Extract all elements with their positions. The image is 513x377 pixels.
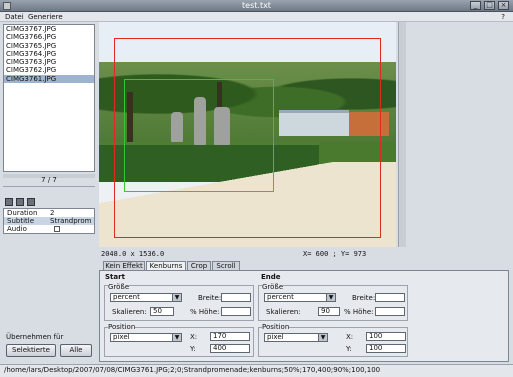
effect-panel: Start Größe percent ▼ Breite: Skalieren:… [99,270,509,362]
end-size-label: Größe [262,283,284,291]
image-scrollbar[interactable] [398,22,406,247]
end-size-unit-select[interactable]: percent ▼ [264,293,336,302]
start-position-unit-select[interactable]: pixel ▼ [110,333,182,342]
status-bar: /home/lars/Desktop/2007/07/08/CIMG3761.J… [0,364,513,377]
image-preview[interactable] [99,22,396,247]
start-position-label: Position [108,323,136,331]
start-size-label: Größe [108,283,130,291]
end-y-input[interactable]: 100 [366,344,406,353]
property-key: Duration [7,209,38,217]
property-value[interactable]: 2 [50,209,95,217]
start-y-input[interactable]: 400 [210,344,250,353]
apply-all-button[interactable]: Alle [60,344,92,357]
property-row[interactable]: Duration 2 [4,209,94,217]
end-position-unit-select[interactable]: pixel ▼ [264,333,328,342]
file-item[interactable]: CIMG3763.JPG [4,58,94,66]
file-item[interactable]: CIMG3767.JPG [4,25,94,33]
audio-checkbox[interactable] [54,226,60,232]
start-title: Start [105,273,125,281]
file-item[interactable]: CIMG3765.JPG [4,42,94,50]
list-icon[interactable] [27,198,35,206]
image-size: 2048.0 x 1536.0 [101,250,165,258]
property-key: Audio [7,225,27,233]
end-x-input[interactable]: 100 [366,332,406,341]
property-row[interactable]: Subtitle Strandprom [4,217,94,225]
minimize-button[interactable]: _ [470,1,481,10]
chevron-down-icon[interactable]: ▼ [318,334,327,341]
end-title: Ende [261,273,281,281]
title-bar: test.txt _ □ × [0,0,513,12]
start-size-unit-select[interactable]: percent ▼ [110,293,182,302]
file-counter: 7 / 7 [41,176,57,184]
left-divider[interactable] [3,186,95,187]
end-size-unit-value: percent [267,293,294,301]
property-value[interactable]: Strandprom [50,217,95,225]
window-title: test.txt [242,1,271,10]
chevron-down-icon[interactable]: ▼ [172,334,181,341]
end-scale-input[interactable]: 90 [318,307,340,316]
sort-icon[interactable] [5,198,13,206]
file-item[interactable]: CIMG3762.JPG [4,66,94,74]
chevron-down-icon[interactable]: ▼ [326,294,335,301]
cursor-coordinates: X= 600 ; Y= 973 [303,250,367,258]
file-item[interactable]: CIMG3766.JPG [4,33,94,41]
end-position-label: Position [262,323,290,331]
end-rectangle[interactable] [124,79,274,192]
end-width-input[interactable] [375,293,405,302]
end-y-label: Y: [346,345,352,353]
start-x-input[interactable]: 170 [210,332,250,341]
start-position-unit-value: pixel [113,333,130,341]
start-width-input[interactable] [221,293,251,302]
property-row[interactable]: Audio [4,225,94,233]
apply-label: Übernehmen für [6,333,64,341]
menu-help[interactable]: ? [501,13,505,21]
file-item[interactable]: CIMG3764.JPG [4,50,94,58]
start-scale-label: Skalieren: [112,308,147,316]
end-width-label: Breite: [352,294,376,302]
end-position-unit-value: pixel [267,333,284,341]
property-toolbar [5,198,38,207]
start-width-label: Breite: [198,294,222,302]
start-scale-input[interactable]: 50 [150,307,174,316]
end-height-label: % Höhe: [344,308,374,316]
properties-table: Duration 2 Subtitle Strandprom Audio [3,208,95,234]
chevron-down-icon[interactable]: ▼ [172,294,181,301]
menu-bar: Datei Generiere ? [0,12,513,22]
menu-generate[interactable]: Generiere [28,13,63,21]
menu-file[interactable]: Datei [5,13,24,21]
start-size-unit-value: percent [113,293,140,301]
apply-selected-button[interactable]: Selektierte [6,344,56,357]
category-icon[interactable] [16,198,24,206]
start-y-label: Y: [190,345,196,353]
start-height-input[interactable] [221,307,251,316]
close-button[interactable]: × [498,1,509,10]
maximize-button[interactable]: □ [484,1,495,10]
end-x-label: X: [346,333,354,341]
file-list[interactable]: CIMG3767.JPG CIMG3766.JPG CIMG3765.JPG C… [3,24,95,172]
end-scale-label: Skalieren: [266,308,301,316]
property-key: Subtitle [7,217,35,225]
file-item-selected[interactable]: CIMG3761.JPG [4,74,94,84]
start-height-label: % Höhe: [190,308,220,316]
start-x-label: X: [190,333,198,341]
end-height-input[interactable] [375,307,405,316]
